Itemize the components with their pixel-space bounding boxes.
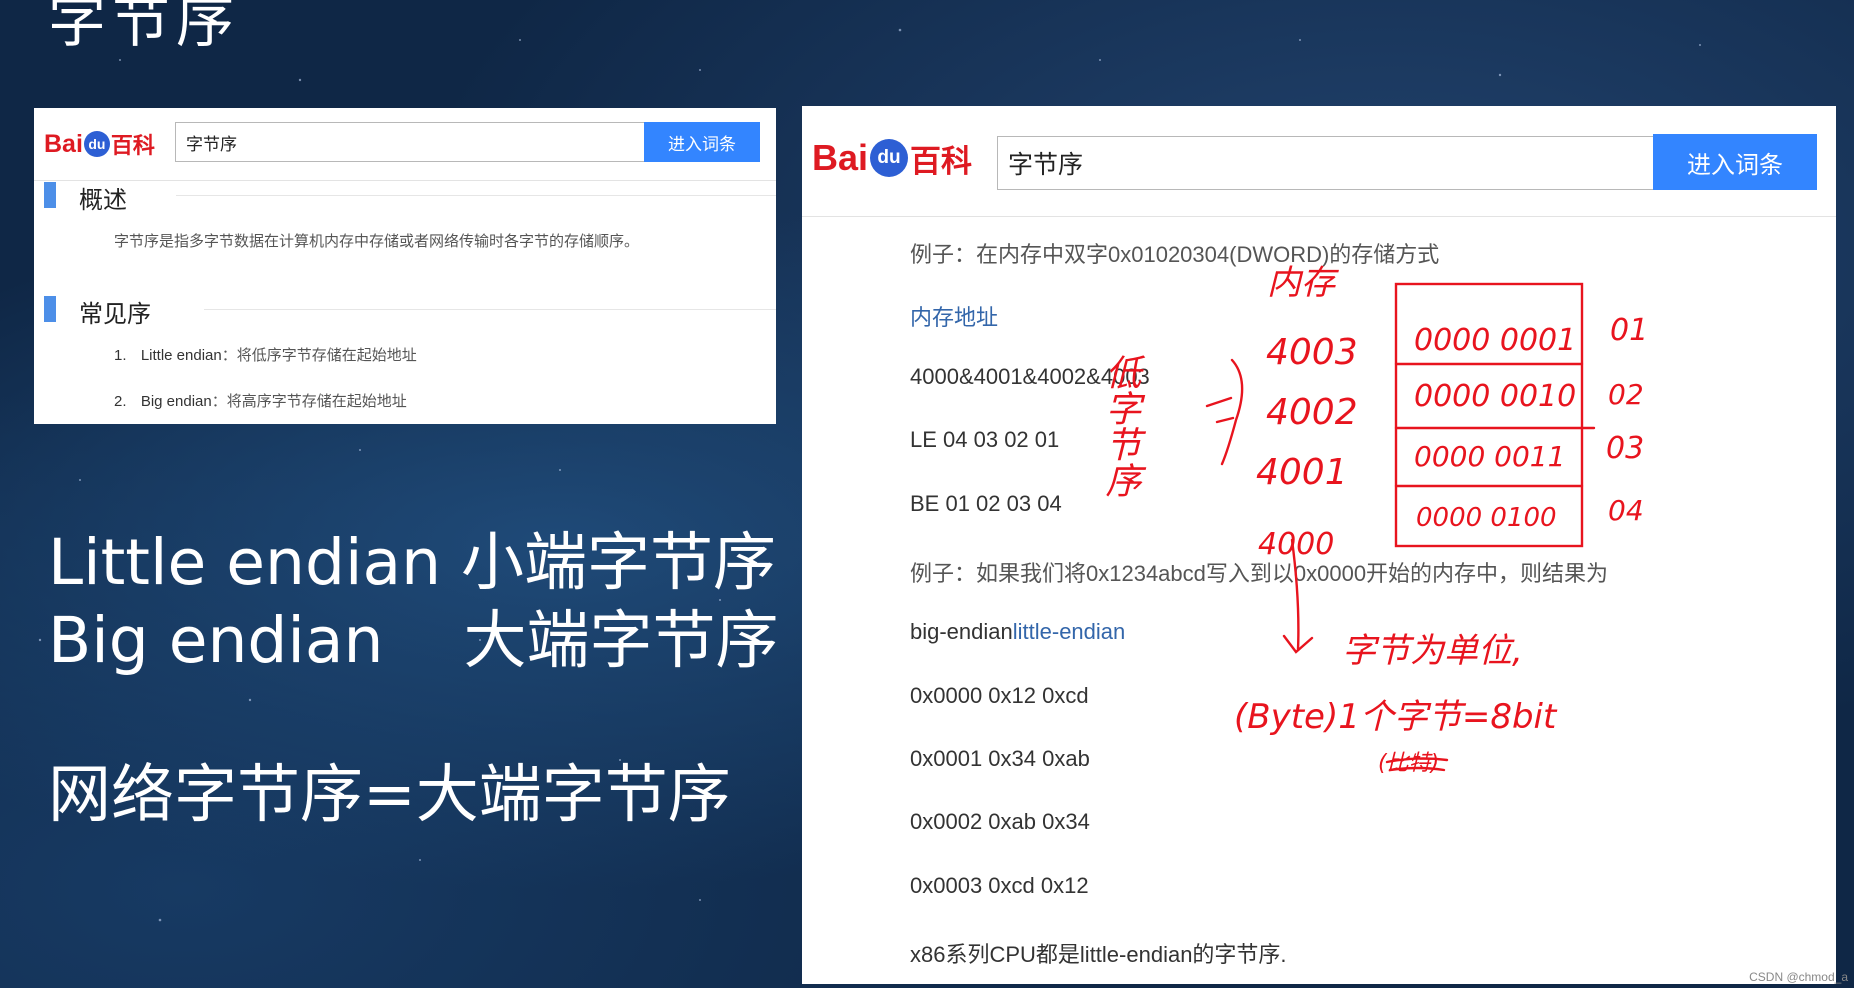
le-line: LE 04 03 02 01 — [910, 427, 1060, 452]
cell-value: 0000 0100 — [1416, 503, 1557, 533]
be-line: BE 01 02 03 04 — [910, 491, 1062, 516]
list-desc: ：将低序字节存储在起始地址 — [221, 346, 417, 364]
right-value: 01 — [1610, 313, 1648, 348]
section-overview-header: 概述 — [34, 182, 776, 214]
address-label: 4001 — [1256, 452, 1348, 493]
list-number: 1. — [114, 347, 127, 364]
memory-label: 内存 — [1267, 263, 1339, 303]
paren-note: (比特) — [1378, 751, 1439, 776]
paw-icon: du — [83, 131, 110, 157]
endian-header-line: big-endianlittle-endian — [910, 619, 1125, 645]
cell-value: 0000 0011 — [1414, 440, 1565, 473]
enter-entry-button[interactable]: 进入词条 — [644, 122, 760, 162]
big-endian-line: Big endian 大端字节序 — [48, 604, 779, 677]
little-endian-line: Little endian 小端字节序 — [48, 526, 777, 599]
unit-note: 字节为单位, — [1342, 631, 1523, 671]
baike-header: Bai du 百科 进入词条 — [802, 106, 1836, 217]
baike-card-summary: Bai du 百科 进入词条 概述 字节序是指多字节数据在计算机内存中存储或者网… — [34, 108, 776, 424]
cell-value: 0000 0001 — [1414, 323, 1576, 358]
table-row: 0x0002 0xab 0x34 — [910, 809, 1090, 834]
divider — [176, 195, 776, 196]
example2-heading: 例子：如果我们将0x1234abcd写入到以0x0000开始的内存中，则结果为 — [910, 561, 1609, 586]
search-input[interactable] — [997, 136, 1659, 190]
baike-logo: Bai du 百科 — [812, 128, 972, 188]
right-value: 04 — [1608, 494, 1644, 527]
section-title: 概述 — [79, 186, 127, 214]
list-desc: ：将高序字节存储在起始地址 — [211, 392, 407, 410]
list-term: Big endian — [140, 393, 212, 410]
address-label: 4002 — [1266, 392, 1358, 433]
big-endian-label: big-endian — [910, 619, 1013, 644]
logo-bai-text: Bai — [812, 137, 869, 178]
section-marker — [44, 296, 56, 322]
table-row: 0x0003 0xcd 0x12 — [910, 873, 1089, 898]
address-line: 4000&4001&4002&4003 — [910, 364, 1150, 389]
right-value: 03 — [1606, 431, 1644, 466]
baike-card-example: Bai du 百科 进入词条 例子：在内存中双字0x01020304(DWORD… — [802, 106, 1836, 984]
right-value: 02 — [1608, 378, 1644, 411]
section-marker — [44, 182, 56, 208]
baike-logo: Bai du 百科 — [44, 124, 155, 164]
search-input[interactable] — [175, 122, 680, 162]
list-item: 1. Little endian：将低序字节存储在起始地址 — [114, 344, 417, 365]
memory-address-label[interactable]: 内存地址 — [910, 300, 998, 332]
overview-text: 字节序是指多字节数据在计算机内存中存储或者网络传输时各字节的存储顺序。 — [114, 232, 640, 250]
memory-grid-box — [1394, 282, 1584, 548]
network-byte-order-line: 网络字节序=大端字节序 — [48, 758, 731, 831]
list-number: 2. — [114, 393, 127, 410]
watermark: CSDN @chmod_a — [1749, 970, 1848, 984]
section-title: 常见序 — [79, 300, 151, 328]
logo-baike-text: 百科 — [910, 143, 973, 180]
little-endian-link[interactable]: little-endian — [1013, 619, 1126, 644]
logo-bai-text: Bai — [44, 129, 83, 158]
slide-title: 字节序 — [48, 0, 241, 55]
paw-icon: du — [870, 139, 909, 177]
list-item: 2. Big endian：将高序字节存储在起始地址 — [114, 390, 407, 411]
byte-note: (Byte)1个字节=8bit — [1234, 697, 1558, 737]
list-term: Little endian — [140, 347, 222, 364]
baike-header: Bai du 百科 进入词条 — [34, 108, 776, 181]
example-heading: 例子：在内存中双字0x01020304(DWORD)的存储方式 — [910, 242, 1440, 267]
logo-baike-text: 百科 — [110, 134, 155, 159]
table-row: 0x0000 0x12 0xcd — [910, 683, 1089, 708]
enter-entry-button[interactable]: 进入词条 — [1653, 134, 1817, 190]
brace-mark — [1220, 358, 1244, 466]
x86-note: x86系列CPU都是little-endian的字节序. — [910, 942, 1287, 967]
section-common-header: 常见序 — [34, 296, 776, 328]
divider — [204, 309, 776, 310]
strike-mark — [1385, 757, 1449, 772]
table-row: 0x0001 0x34 0xab — [910, 746, 1090, 771]
arrow-mark — [1205, 396, 1235, 424]
address-label: 4003 — [1266, 332, 1358, 373]
cell-value: 0000 0010 — [1414, 379, 1576, 414]
